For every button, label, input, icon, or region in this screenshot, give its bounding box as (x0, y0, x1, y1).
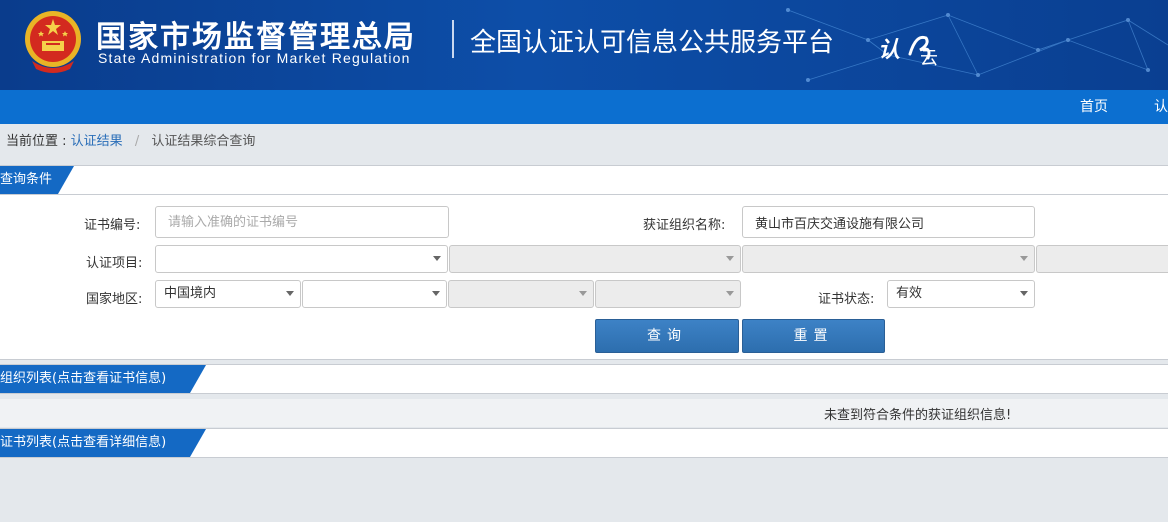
region-select-country[interactable]: 中国境内 (155, 280, 301, 308)
query-panel-title: 查询条件 (0, 166, 74, 194)
region-select-province[interactable] (302, 280, 447, 308)
org-list-title-text: 组织列表(点击查看证书信息) (0, 371, 167, 386)
chevron-down-icon (1020, 291, 1028, 296)
project-label: 认证项目: (86, 256, 143, 271)
project-select-3 (742, 245, 1035, 273)
region-label: 国家地区: (86, 292, 143, 307)
chevron-down-icon (1020, 256, 1028, 261)
national-emblem-icon (25, 11, 81, 73)
panel-divider (0, 194, 1168, 195)
search-button[interactable]: 查询 (595, 319, 739, 353)
cert-no-label: 证书编号: (84, 218, 141, 233)
status-select-value: 有效 (896, 286, 923, 301)
chevron-down-icon (286, 291, 294, 296)
breadcrumb-link-results[interactable]: 认证结果 (71, 134, 123, 149)
query-panel-title-text: 查询条件 (0, 172, 53, 187)
chevron-down-icon (432, 291, 440, 296)
project-select-1[interactable] (155, 245, 448, 273)
org-name-label: 获证组织名称: (643, 218, 726, 233)
renzheng-cloud-logo: 认 云 (876, 24, 946, 69)
platform-title: 全国认证认可信息公共服务平台 (470, 28, 835, 58)
logo-text-yun: 云 (920, 48, 938, 69)
chevron-down-icon (726, 256, 734, 261)
region-select-district (595, 280, 741, 308)
project-select-2 (449, 245, 741, 273)
org-list-empty-message: 未查到符合条件的获证组织信息! (824, 408, 1012, 423)
nav-item-home[interactable]: 首页 (1080, 90, 1108, 124)
site-header: 国家市场监督管理总局 State Administration for Mark… (0, 0, 1168, 90)
main-nav: 首页 认 (0, 90, 1168, 124)
org-name-input[interactable] (742, 206, 1035, 238)
org-list-title: 组织列表(点击查看证书信息) (0, 365, 206, 393)
breadcrumb-separator: / (134, 134, 140, 149)
nav-item-cert[interactable]: 认 (1154, 90, 1168, 124)
breadcrumb: 当前位置 : 认证结果 / 认证结果综合查询 (6, 124, 255, 160)
chevron-down-icon (726, 291, 734, 296)
cert-list-title: 证书列表(点击查看详细信息) (0, 429, 206, 457)
chevron-down-icon (579, 291, 587, 296)
org-list-panel: 组织列表(点击查看证书信息) (0, 364, 1168, 394)
org-name-en: State Administration for Market Regulati… (98, 50, 411, 66)
breadcrumb-label: 当前位置 : (6, 134, 71, 149)
logo-text-ren: 认 (878, 38, 901, 63)
status-select[interactable]: 有效 (887, 280, 1035, 308)
cert-list-title-text: 证书列表(点击查看详细信息) (0, 435, 167, 450)
header-divider (452, 20, 454, 58)
breadcrumb-current: 认证结果综合查询 (151, 134, 256, 149)
cert-no-input[interactable] (155, 206, 449, 238)
project-select-4 (1036, 245, 1168, 273)
chevron-down-icon (433, 256, 441, 261)
status-label: 证书状态: (818, 292, 875, 307)
region-select-city (448, 280, 594, 308)
reset-button[interactable]: 重置 (742, 319, 885, 353)
region-select-value: 中国境内 (164, 286, 217, 301)
cert-list-panel: 证书列表(点击查看详细信息) (0, 428, 1168, 458)
